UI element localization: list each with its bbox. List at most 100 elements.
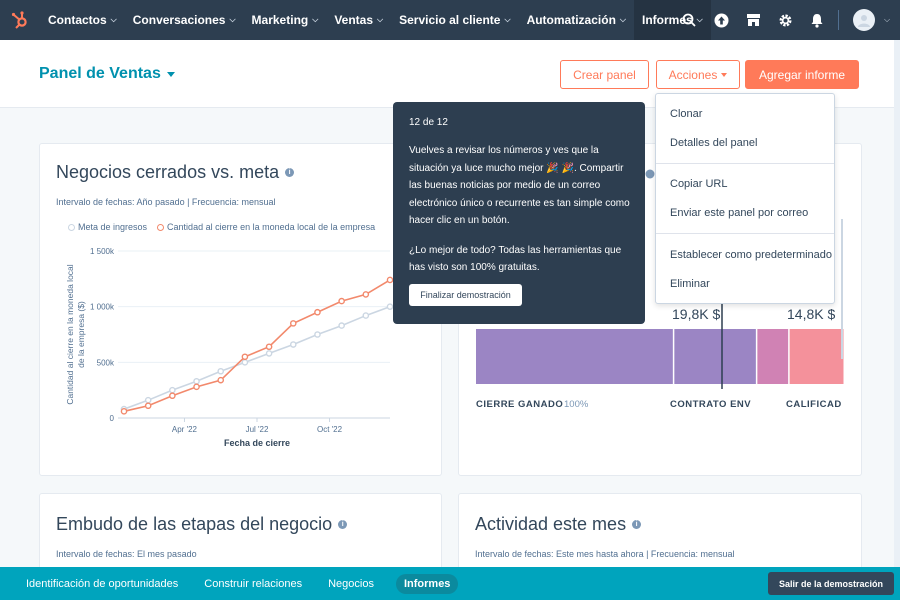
chevron-down-icon: ⌵ (312, 15, 319, 24)
menu-divider (656, 233, 834, 234)
bar-segment (674, 329, 756, 384)
settings-icon[interactable] (776, 11, 794, 29)
actions-button[interactable]: Acciones (656, 60, 740, 89)
bar-value-label: 14,8K $ (787, 306, 835, 322)
nav-automatizacion[interactable]: Automatización ⌵ (519, 0, 634, 40)
create-dashboard-button[interactable]: Crear panel (560, 60, 649, 89)
menu-item-details[interactable]: Detalles del panel (670, 137, 757, 149)
nav-contactos[interactable]: Contactos ⌵ (40, 0, 125, 40)
chevron-down-icon[interactable]: ⌵ (884, 15, 890, 25)
data-point (144, 396, 152, 404)
data-point (314, 331, 321, 338)
search-icon[interactable] (680, 11, 698, 29)
dashboard-selector[interactable]: Panel de Ventas (39, 65, 175, 83)
data-point (217, 367, 225, 375)
bar-segment (476, 329, 673, 384)
chevron-down-icon: ⌵ (110, 15, 117, 24)
y-axis-title: Cantidad al cierre en la moneda localde … (65, 264, 86, 404)
data-point (193, 383, 200, 391)
data-point (120, 408, 128, 415)
actions-dropdown-menu: Clonar Detalles del panel Copiar URL Env… (655, 93, 835, 304)
menu-item-email[interactable]: Enviar este panel por correo (670, 207, 808, 219)
bar-category-label: CONTRATO ENV (670, 399, 751, 410)
bar-segment (789, 329, 844, 384)
data-point (217, 376, 225, 384)
chevron-down-icon: ⌵ (229, 15, 236, 24)
bar-segment (757, 329, 789, 384)
x-tick-label: Jul '22 (246, 425, 269, 434)
menu-item-clone[interactable]: Clonar (670, 108, 702, 120)
nav-icon-group (680, 0, 826, 40)
data-point (338, 297, 345, 305)
report-card-funnel: Embudo de las etapas del negocio i Inter… (39, 493, 442, 573)
bar-category-label: CIERRE GANADO (476, 399, 563, 410)
data-point (314, 308, 321, 316)
data-point (386, 303, 394, 310)
report-card-activity: Actividad este mes i Intervalo de fechas… (458, 493, 862, 573)
tooltip-step-counter: 12 de 12 (409, 117, 448, 128)
menu-item-copy-url[interactable]: Copiar URL (670, 178, 727, 190)
card-meta: Intervalo de fechas: El mes pasado (56, 549, 197, 559)
chevron-down-icon: ⌵ (619, 15, 626, 24)
top-navigation: Contactos ⌵ Conversaciones ⌵ Marketing ⌵ Ve… (0, 0, 900, 40)
y-tick-label: 500k (97, 358, 115, 367)
nav-conversaciones[interactable]: Conversaciones ⌵ (125, 0, 244, 40)
data-point (169, 386, 176, 394)
card-meta: Intervalo de fechas: Este mes hasta ahor… (475, 549, 735, 559)
info-icon[interactable]: i (338, 520, 348, 529)
demo-step-opportunities[interactable]: Identificación de oportunidades (26, 578, 178, 590)
x-tick-label: Oct '22 (317, 425, 343, 434)
menu-divider (656, 163, 834, 164)
data-point (241, 353, 249, 361)
card-title: Actividad este mes i (475, 514, 642, 535)
y-tick-label: 1 500k (90, 247, 115, 256)
marketplace-icon[interactable] (744, 11, 762, 29)
data-point (289, 320, 297, 327)
y-tick-label: 1 000k (90, 303, 115, 312)
hubspot-logo-icon[interactable] (0, 0, 40, 40)
caret-down-icon (166, 71, 175, 77)
demo-tooltip: 12 de 12 Vuelves a revisar los números y… (393, 102, 645, 324)
x-tick-label: Apr '22 (172, 425, 198, 434)
data-point (386, 276, 394, 284)
bar-value-label: 19,8K $ (672, 306, 720, 322)
menu-item-set-default[interactable]: Establecer como predeterminado (670, 249, 832, 261)
nav-ventas[interactable]: Ventas ⌵ (326, 0, 391, 40)
demo-bottom-bar: Identificación de oportunidades Construi… (0, 567, 900, 600)
nav-marketing[interactable]: Marketing ⌵ (244, 0, 327, 40)
series-line-1 (123, 279, 391, 413)
demo-step-deals[interactable]: Negocios (328, 578, 374, 590)
series-line-0 (123, 305, 391, 410)
line-chart: 0 500k 1 000k 1 500k Apr '22 Jul '22 Oct '22 Fe… (65, 247, 394, 448)
exit-demo-button[interactable]: Salir de la demostración (768, 572, 894, 595)
nav-servicio[interactable]: Servicio al cliente ⌵ (391, 0, 518, 40)
data-point (362, 312, 370, 319)
notifications-icon[interactable] (808, 11, 826, 29)
data-point (289, 341, 297, 348)
demo-step-relationships[interactable]: Construir relaciones (204, 578, 302, 590)
demo-step-reports[interactable]: Informes (395, 573, 459, 594)
card-title: Embudo de las etapas del negocio i (56, 514, 348, 535)
tooltip-paragraph: ¿Lo mejor de todo? Todas las herramienta… (409, 244, 622, 274)
page-title: Panel de Ventas (39, 65, 161, 82)
info-icon (645, 169, 655, 179)
upgrade-icon[interactable] (712, 11, 730, 29)
nav-divider (838, 10, 839, 30)
data-point (362, 291, 370, 298)
data-point (265, 350, 273, 357)
add-report-button[interactable]: Agregar informe (745, 60, 859, 89)
data-point (241, 359, 249, 366)
data-point (144, 402, 152, 410)
chevron-down-icon: ⌵ (504, 15, 511, 24)
finish-demo-button[interactable]: Finalizar demostración (409, 284, 522, 306)
data-point (265, 343, 273, 351)
info-icon[interactable]: i (632, 520, 642, 529)
y-tick-label: 0 (110, 414, 115, 423)
data-point (338, 322, 345, 329)
data-point (169, 392, 176, 400)
x-axis-title: Fecha de cierre (224, 438, 290, 448)
user-avatar[interactable] (853, 9, 875, 31)
tooltip-body: Vuelves a revisar los números y ves que … (409, 142, 635, 289)
menu-item-delete[interactable]: Eliminar (670, 278, 710, 290)
page-scrollbar[interactable] (894, 40, 900, 567)
